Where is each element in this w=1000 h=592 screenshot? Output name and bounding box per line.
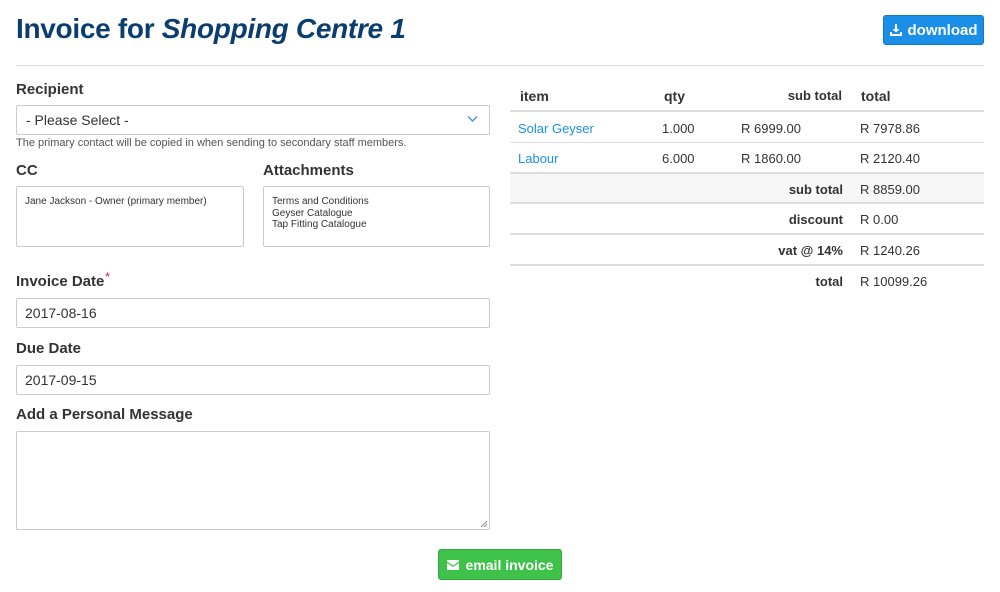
envelope-icon	[446, 559, 459, 570]
recipient-help-text: The primary contact will be copied in wh…	[16, 137, 407, 149]
invoice-date-input[interactable]: 2017-08-16	[16, 298, 490, 328]
item-total: R 2120.40	[860, 151, 920, 166]
summary-label: discount	[788, 212, 843, 227]
cc-multiselect[interactable]: Jane Jackson - Owner (primary member)	[16, 186, 244, 247]
page-title-prefix: Invoice for	[16, 13, 155, 44]
page-title: Invoice for Shopping Centre 1	[16, 13, 406, 45]
attachments-label: Attachments	[263, 162, 354, 179]
column-header-subtotal: sub total	[787, 88, 842, 103]
summary-row-subtotal: sub total R 8859.00	[510, 173, 984, 204]
column-header-item: item	[520, 88, 549, 104]
summary-row-total: total R 10099.26	[510, 266, 984, 297]
cc-option[interactable]: Jane Jackson - Owner (primary member)	[25, 196, 235, 208]
recipient-label: Recipient	[16, 81, 84, 98]
invoice-date-label: Invoice Date*	[16, 271, 110, 290]
attachment-option[interactable]: Terms and Conditions	[272, 196, 481, 208]
item-link[interactable]: Solar Geyser	[518, 121, 594, 136]
recipient-select-value: - Please Select -	[26, 112, 129, 128]
column-header-qty: qty	[664, 88, 685, 104]
summary-value: R 10099.26	[860, 274, 928, 289]
attachment-option[interactable]: Tap Fitting Catalogue	[272, 219, 481, 231]
page-title-client: Shopping Centre 1	[161, 13, 406, 44]
message-label: Add a Personal Message	[16, 406, 193, 423]
personal-message-textarea[interactable]	[16, 431, 490, 530]
table-row: Solar Geyser 1.000 R 6999.00 R 7978.86	[510, 113, 984, 143]
recipient-select[interactable]: - Please Select -	[16, 105, 490, 135]
summary-label: total	[815, 274, 843, 289]
attachments-multiselect[interactable]: Terms and Conditions Geyser Catalogue Ta…	[263, 186, 490, 247]
item-subtotal: R 1860.00	[741, 151, 801, 166]
header-divider	[16, 65, 984, 66]
download-icon	[889, 24, 902, 36]
due-date-value: 2017-09-15	[25, 372, 97, 388]
invoice-date-label-text: Invoice Date	[16, 273, 105, 290]
summary-row-vat: vat @ 14% R 1240.26	[510, 235, 984, 266]
chevron-down-icon	[467, 116, 478, 122]
item-total: R 7978.86	[860, 121, 920, 136]
item-qty: 6.000	[662, 151, 695, 166]
due-date-label: Due Date	[16, 340, 82, 357]
summary-value: R 0.00	[860, 212, 899, 227]
email-invoice-label: email invoice	[465, 556, 554, 573]
column-header-total: total	[861, 88, 891, 104]
table-header-row: item qty sub total total	[510, 80, 984, 112]
summary-row-discount: discount R 0.00	[510, 204, 984, 235]
download-button[interactable]: download	[883, 15, 984, 45]
required-marker: *	[105, 271, 110, 283]
download-label: download	[907, 21, 978, 39]
summary-value: R 1240.26	[860, 243, 920, 258]
item-qty: 1.000	[662, 121, 695, 136]
summary-label: vat @ 14%	[778, 243, 843, 258]
summary-label: sub total	[788, 182, 843, 197]
item-subtotal: R 6999.00	[741, 121, 801, 136]
invoice-date-value: 2017-08-16	[25, 305, 97, 321]
email-invoice-button[interactable]: email invoice	[438, 549, 562, 580]
attachment-option[interactable]: Geyser Catalogue	[272, 208, 481, 220]
item-link[interactable]: Labour	[518, 151, 558, 166]
resize-grip-icon[interactable]	[480, 520, 488, 528]
due-date-input[interactable]: 2017-09-15	[16, 365, 490, 395]
table-row: Labour 6.000 R 1860.00 R 2120.40	[510, 143, 984, 173]
summary-value: R 8859.00	[860, 182, 920, 197]
cc-label: CC	[16, 162, 38, 179]
